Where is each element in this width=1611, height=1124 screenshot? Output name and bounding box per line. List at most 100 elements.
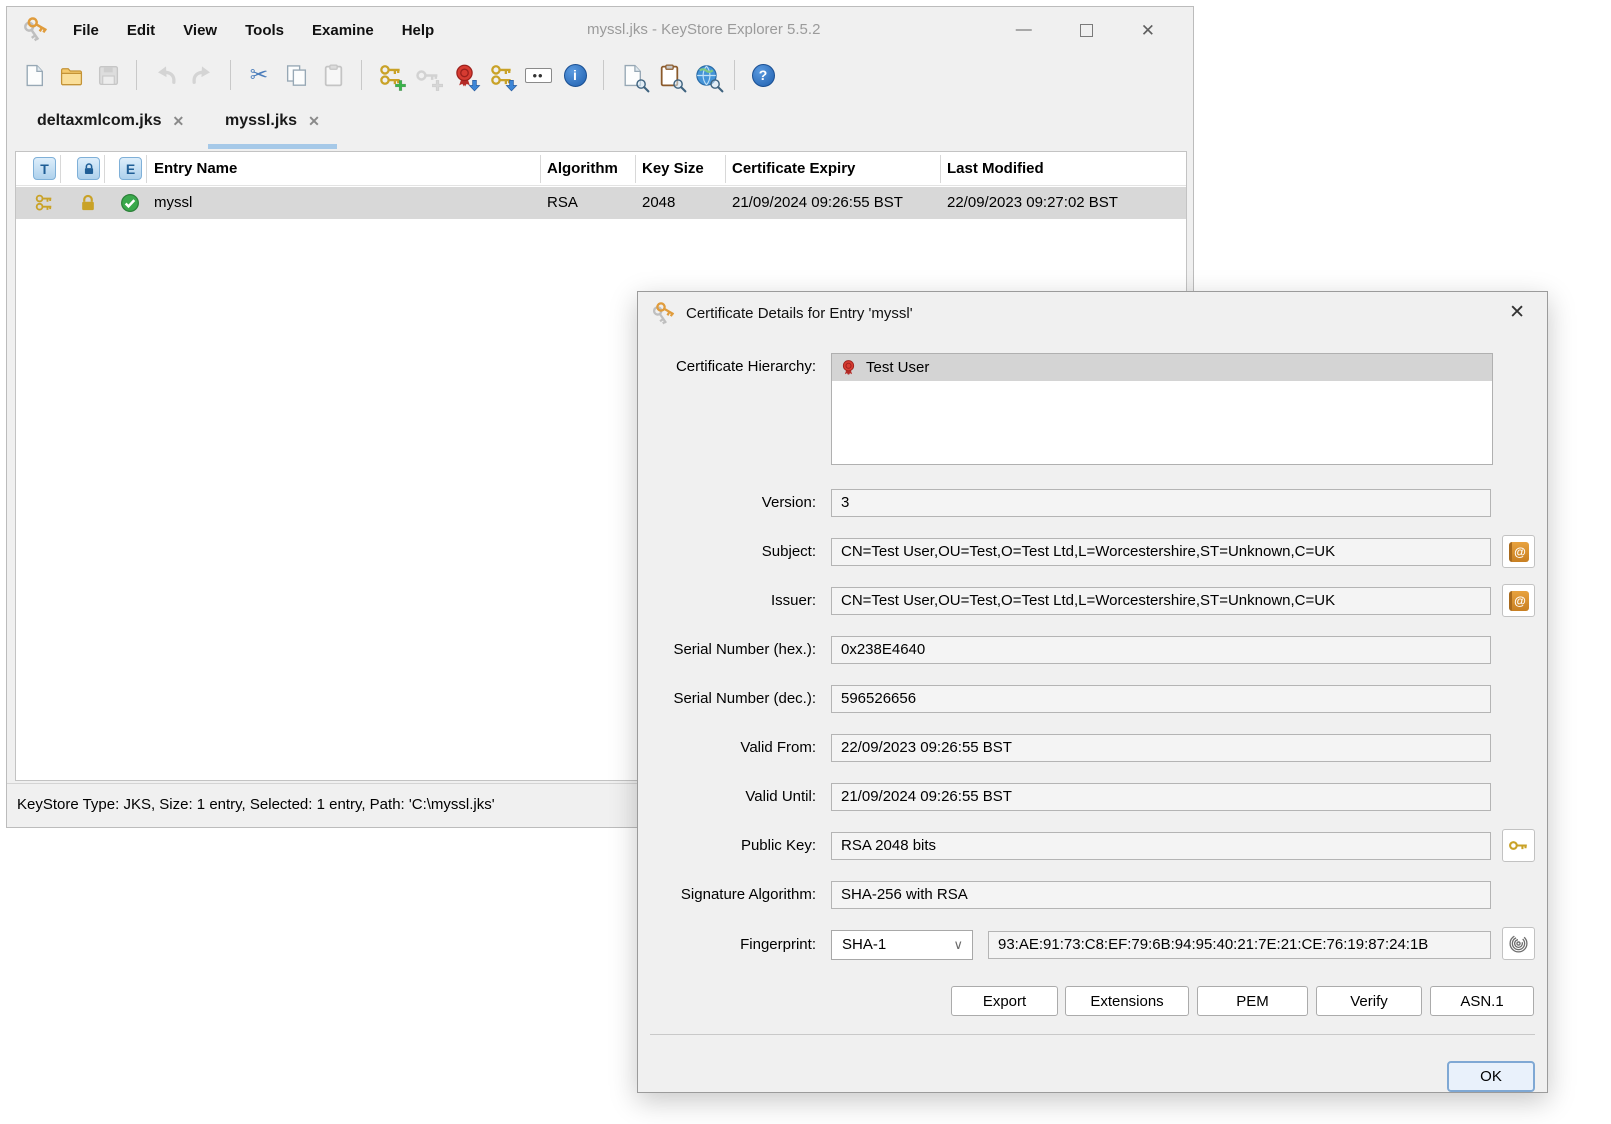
tab-myssl-jks[interactable]: myssl.jks ✕ bbox=[225, 97, 320, 145]
generate-secret-key-button[interactable] bbox=[412, 60, 442, 90]
menu-tools[interactable]: Tools bbox=[245, 22, 284, 39]
toolbar-separator bbox=[136, 60, 137, 90]
examine-clipboard-button[interactable] bbox=[654, 60, 684, 90]
new-keystore-button[interactable] bbox=[19, 60, 49, 90]
view-public-key-button[interactable] bbox=[1502, 829, 1535, 862]
import-key-pair-button[interactable] bbox=[486, 60, 516, 90]
save-keystore-button[interactable] bbox=[93, 60, 123, 90]
toolbar: ✂ •• i ? bbox=[7, 53, 1193, 97]
menu-bar: File Edit View Tools Examine Help myssl.… bbox=[7, 7, 1193, 53]
version-field[interactable]: 3 bbox=[831, 489, 1491, 517]
column-header-entry-name[interactable]: Entry Name bbox=[154, 152, 237, 186]
view-fingerprint-button[interactable] bbox=[1502, 927, 1535, 960]
window-title: myssl.jks - KeyStore Explorer 5.5.2 bbox=[587, 7, 820, 53]
column-expiry-status-icon[interactable]: E bbox=[119, 157, 142, 180]
subject-label: Subject: bbox=[638, 538, 816, 566]
column-header-key-size[interactable]: Key Size bbox=[642, 152, 704, 186]
column-header-algorithm[interactable]: Algorithm bbox=[547, 152, 618, 186]
dialog-title: Certificate Details for Entry 'myssl' bbox=[686, 292, 913, 336]
valid-until-label: Valid Until: bbox=[638, 783, 816, 811]
certificate-hierarchy-list: Test User bbox=[831, 353, 1493, 465]
ok-button[interactable]: OK bbox=[1447, 1061, 1535, 1092]
public-key-label: Public Key: bbox=[638, 832, 816, 860]
hierarchy-item-test-user[interactable]: Test User bbox=[832, 354, 1492, 381]
maximize-button[interactable] bbox=[1080, 24, 1093, 37]
serial-number-dec-label: Serial Number (dec.): bbox=[638, 685, 816, 713]
fingerprint-algorithm-value: SHA-1 bbox=[842, 936, 886, 953]
valid-from-field[interactable]: 22/09/2023 09:26:55 BST bbox=[831, 734, 1491, 762]
menu-examine[interactable]: Examine bbox=[312, 22, 374, 39]
menu-file[interactable]: File bbox=[73, 22, 99, 39]
issuer-label: Issuer: bbox=[638, 587, 816, 615]
extensions-button[interactable]: Extensions bbox=[1065, 986, 1189, 1016]
tab-label: myssl.jks bbox=[225, 112, 297, 130]
minimize-button[interactable]: — bbox=[1016, 22, 1032, 38]
fingerprint-label: Fingerprint: bbox=[638, 931, 816, 959]
open-keystore-button[interactable] bbox=[56, 60, 86, 90]
serial-number-dec-field[interactable]: 596526656 bbox=[831, 685, 1491, 713]
signature-algorithm-label: Signature Algorithm: bbox=[638, 881, 816, 909]
view-subject-details-button[interactable]: @ bbox=[1502, 535, 1535, 568]
undo-button[interactable] bbox=[150, 60, 180, 90]
cell-entry-name: myssl bbox=[154, 187, 192, 219]
close-tab-icon[interactable]: ✕ bbox=[173, 113, 185, 130]
undo-icon bbox=[153, 63, 178, 88]
help-button[interactable]: ? bbox=[748, 60, 778, 90]
tab-bar: deltaxmlcom.jks ✕ myssl.jks ✕ bbox=[7, 97, 1193, 151]
menu-edit[interactable]: Edit bbox=[127, 22, 155, 39]
menu-view[interactable]: View bbox=[183, 22, 217, 39]
menu-help[interactable]: Help bbox=[402, 22, 435, 39]
magnifier-icon bbox=[708, 77, 725, 94]
dialog-separator bbox=[650, 1034, 1535, 1035]
subject-field[interactable]: CN=Test User,OU=Test,O=Test Ltd,L=Worces… bbox=[831, 538, 1491, 566]
tab-deltaxmlcom-jks[interactable]: deltaxmlcom.jks ✕ bbox=[37, 97, 184, 145]
close-tab-icon[interactable]: ✕ bbox=[308, 113, 320, 130]
signature-algorithm-field[interactable]: SHA-256 with RSA bbox=[831, 881, 1491, 909]
fingerprint-field[interactable]: 93:AE:91:73:C8:EF:79:6B:94:95:40:21:7E:2… bbox=[988, 931, 1491, 959]
column-type-icon[interactable]: T bbox=[33, 157, 56, 180]
locked-entry-icon bbox=[78, 193, 98, 213]
address-book-icon: @ bbox=[1509, 542, 1529, 562]
cut-button[interactable]: ✂ bbox=[244, 60, 274, 90]
copy-button[interactable] bbox=[281, 60, 311, 90]
serial-number-hex-field[interactable]: 0x238E4640 bbox=[831, 636, 1491, 664]
active-tab-indicator bbox=[208, 144, 337, 149]
paste-icon bbox=[321, 63, 346, 88]
view-issuer-details-button[interactable]: @ bbox=[1502, 584, 1535, 617]
set-password-button[interactable]: •• bbox=[523, 60, 553, 90]
key-icon bbox=[1508, 835, 1529, 856]
arrow-down-icon bbox=[505, 79, 518, 92]
examine-file-button[interactable] bbox=[617, 60, 647, 90]
chevron-down-icon: ∨ bbox=[953, 931, 963, 959]
close-dialog-button[interactable]: ✕ bbox=[1509, 301, 1525, 324]
column-lock-status-icon[interactable] bbox=[77, 157, 100, 180]
fingerprint-algorithm-dropdown[interactable]: SHA-1 ∨ bbox=[831, 930, 973, 960]
magnifier-icon bbox=[671, 77, 688, 94]
paste-button[interactable] bbox=[318, 60, 348, 90]
valid-until-field[interactable]: 21/09/2024 09:26:55 BST bbox=[831, 783, 1491, 811]
arrow-down-icon bbox=[468, 79, 481, 92]
properties-button[interactable]: i bbox=[560, 60, 590, 90]
asn1-button[interactable]: ASN.1 bbox=[1430, 986, 1534, 1016]
issuer-field[interactable]: CN=Test User,OU=Test,O=Test Ltd,L=Worces… bbox=[831, 587, 1491, 615]
fingerprint-icon bbox=[1508, 933, 1529, 954]
cell-key-size: 2048 bbox=[642, 187, 675, 219]
public-key-field[interactable]: RSA 2048 bits bbox=[831, 832, 1491, 860]
column-header-last-modified[interactable]: Last Modified bbox=[947, 152, 1044, 186]
verify-button[interactable]: Verify bbox=[1316, 986, 1422, 1016]
export-button[interactable]: Export bbox=[951, 986, 1058, 1016]
app-logo-icon bbox=[23, 17, 49, 43]
version-label: Version: bbox=[638, 489, 816, 517]
generate-key-pair-button[interactable] bbox=[375, 60, 405, 90]
close-window-button[interactable]: ✕ bbox=[1141, 22, 1155, 39]
examine-ssl-button[interactable] bbox=[691, 60, 721, 90]
info-icon: i bbox=[564, 64, 587, 87]
toolbar-separator bbox=[734, 60, 735, 90]
redo-button[interactable] bbox=[187, 60, 217, 90]
toolbar-separator bbox=[230, 60, 231, 90]
column-header-certificate-expiry[interactable]: Certificate Expiry bbox=[732, 152, 855, 186]
table-row[interactable]: myssl RSA 2048 21/09/2024 09:26:55 BST 2… bbox=[16, 187, 1186, 219]
import-trusted-certificate-button[interactable] bbox=[449, 60, 479, 90]
serial-number-hex-label: Serial Number (hex.): bbox=[638, 636, 816, 664]
pem-button[interactable]: PEM bbox=[1197, 986, 1308, 1016]
